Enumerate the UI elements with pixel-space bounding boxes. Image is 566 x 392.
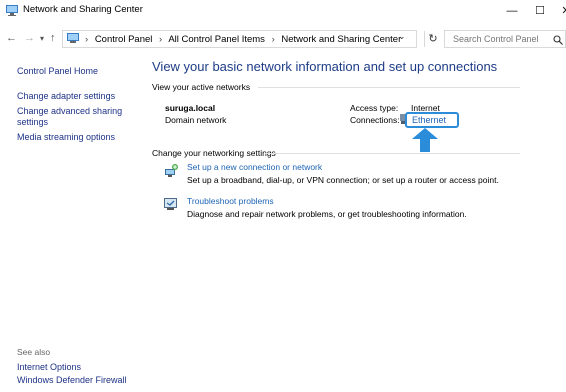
search-input[interactable]: Search Control Panel [453, 34, 539, 44]
breadcrumb-separator: › [271, 34, 275, 45]
network-name: suruga.local [165, 103, 216, 113]
refresh-button[interactable]: ↻ [424, 31, 441, 47]
troubleshoot-icon [164, 198, 177, 210]
recent-locations-button[interactable]: ▾ [40, 34, 44, 43]
address-dropdown-button[interactable]: ⌄ [398, 31, 406, 42]
close-button[interactable]: ✕ [548, 0, 566, 22]
ethernet-connection-link[interactable]: Ethernet [412, 115, 446, 125]
address-bar[interactable]: › Control Panel › All Control Panel Item… [62, 30, 417, 48]
access-type-label: Access type: [350, 103, 399, 113]
see-also-firewall[interactable]: Windows Defender Firewall [17, 375, 127, 385]
networking-settings-heading: Change your networking settings [152, 148, 276, 158]
sidebar-link-advanced-sharing[interactable]: Change advanced sharing settings [17, 106, 127, 128]
search-box[interactable]: Search Control Panel [444, 30, 566, 48]
window-title: Network and Sharing Center [23, 4, 143, 15]
see-also-internet-options[interactable]: Internet Options [17, 362, 127, 372]
breadcrumb-all-items[interactable]: All Control Panel Items [168, 34, 265, 45]
sidebar-link-control-panel-home[interactable]: Control Panel Home [17, 66, 137, 77]
troubleshoot-link[interactable]: Troubleshoot problems [187, 196, 274, 206]
control-panel-icon [67, 33, 79, 43]
troubleshoot-description: Diagnose and repair network problems, or… [187, 209, 467, 219]
title-bar: Network and Sharing Center — ☐ ✕ [0, 0, 566, 22]
connections-label: Connections: [350, 115, 400, 125]
forward-button[interactable]: → [24, 32, 35, 44]
sidebar-link-adapter-settings[interactable]: Change adapter settings [17, 91, 137, 102]
setup-connection-link[interactable]: Set up a new connection or network [187, 162, 322, 172]
network-center-icon [6, 5, 18, 16]
see-also-section: See also Internet Options Windows Defend… [17, 347, 127, 385]
breadcrumb-network-center[interactable]: Network and Sharing Center [281, 34, 401, 45]
back-button[interactable]: ← [6, 32, 17, 44]
section-divider [258, 87, 520, 88]
active-networks-heading: View your active networks [152, 82, 251, 92]
page-title: View your basic network information and … [152, 59, 498, 74]
breadcrumb-separator: › [159, 34, 163, 45]
new-connection-icon [165, 164, 178, 177]
network-category: Domain network [165, 115, 227, 125]
up-button[interactable]: ↑ [50, 32, 56, 44]
breadcrumb-separator: › [85, 34, 89, 45]
highlight-arrow-icon [412, 128, 438, 152]
search-icon[interactable] [553, 35, 563, 45]
section-divider [265, 153, 520, 154]
navigation-bar: ← → ▾ ↑ › Control Panel › All Control Pa… [0, 26, 566, 52]
sidebar: Control Panel Home Change adapter settin… [17, 60, 137, 143]
breadcrumb-control-panel[interactable]: Control Panel [95, 34, 153, 45]
see-also-heading: See also [17, 347, 51, 357]
sidebar-link-media-streaming[interactable]: Media streaming options [17, 132, 137, 143]
setup-connection-description: Set up a broadband, dial-up, or VPN conn… [187, 175, 499, 185]
